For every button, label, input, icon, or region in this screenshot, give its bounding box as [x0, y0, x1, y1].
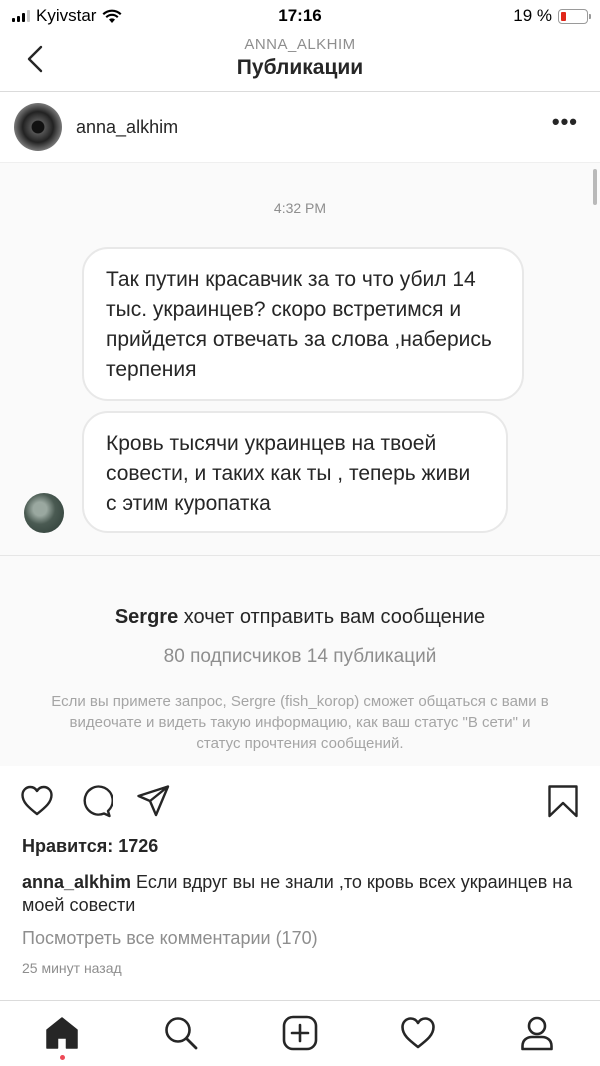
nav-header: ANNA_ALKHIM Публикации — [0, 32, 600, 92]
post-actions — [0, 766, 600, 836]
request-title-text: хочет отправить вам сообщение — [183, 606, 486, 628]
status-right: 19 % — [513, 6, 591, 26]
bookmark-icon[interactable] — [546, 784, 580, 818]
request-sender: Sergre — [114, 606, 179, 628]
view-comments-link[interactable]: Посмотреть все комментарии (170) — [22, 928, 318, 949]
message-bubble: Так путин красавчик за то что убил 14 ты… — [82, 247, 524, 401]
request-title: Sergre хочет отправить вам сообщение — [0, 606, 600, 629]
message-bubble: Кровь тысячи украинцев на твоей совести,… — [82, 411, 508, 533]
nav-subtitle: ANNA_ALKHIM — [244, 36, 356, 53]
caption: anna_alkhim Если вдруг вы не знали ,то к… — [22, 871, 582, 917]
activity-icon[interactable] — [400, 1015, 436, 1051]
divider — [0, 555, 600, 556]
home-icon[interactable] — [44, 1015, 80, 1051]
page-title: Публикации — [236, 56, 364, 79]
sender-avatar — [24, 493, 64, 533]
likes-count[interactable]: Нравится: 1726 — [22, 836, 158, 857]
more-options-icon[interactable]: ••• — [552, 111, 578, 133]
comment-icon[interactable] — [79, 784, 113, 818]
post-timestamp: 25 минут назад — [22, 960, 122, 976]
post-image[interactable]: 4:32 PM Так путин красавчик за то что уб… — [0, 163, 600, 766]
notification-dot — [60, 1055, 65, 1060]
battery-fill — [561, 11, 566, 21]
post-header: anna_alkhim ••• — [0, 93, 600, 163]
profile-icon[interactable] — [519, 1015, 555, 1051]
request-info: Если вы примете запрос, Sergre (fish_kor… — [51, 693, 549, 752]
avatar[interactable] — [14, 103, 62, 151]
caption-username[interactable]: anna_alkhim — [22, 872, 131, 892]
status-bar: Kyivstar 17:16 19 % — [0, 0, 600, 32]
heart-icon[interactable] — [20, 784, 54, 818]
request-stats: 80 подписчиков 14 публикаций — [163, 646, 437, 667]
battery-icon — [558, 8, 591, 24]
tab-bar — [0, 1000, 600, 1066]
post-username[interactable]: anna_alkhim — [76, 117, 178, 138]
add-post-icon[interactable] — [282, 1015, 318, 1051]
search-icon[interactable] — [163, 1015, 199, 1051]
clock: 17:16 — [278, 6, 322, 25]
battery-percent: 19 % — [513, 6, 552, 25]
dm-timestamp: 4:32 PM — [273, 200, 327, 216]
share-icon[interactable] — [136, 784, 170, 818]
